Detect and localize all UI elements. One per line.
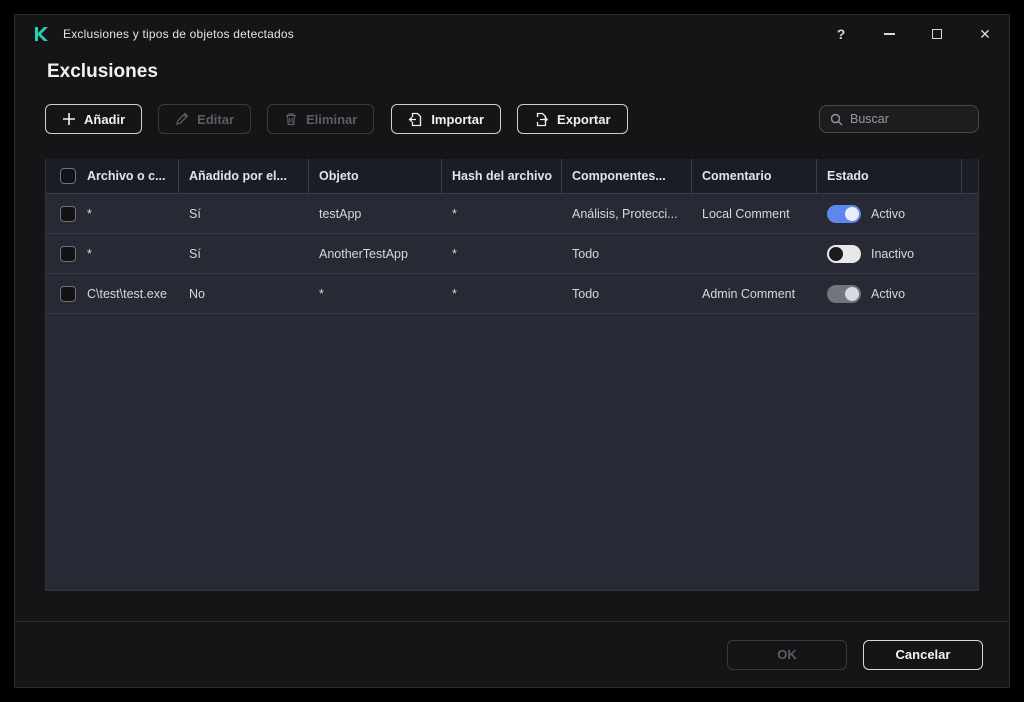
minimize-icon <box>884 33 895 35</box>
row-checkbox[interactable] <box>60 286 76 302</box>
cancel-button[interactable]: Cancelar <box>863 640 983 670</box>
delete-button[interactable]: Eliminar <box>267 104 374 134</box>
cell-file: C\test\test.exe <box>87 287 167 301</box>
row-checkbox[interactable] <box>60 206 76 222</box>
header-object[interactable]: Objeto <box>309 159 442 193</box>
edit-button[interactable]: Editar <box>158 104 251 134</box>
cell-hash: * <box>442 247 562 261</box>
close-button[interactable]: ✕ <box>961 15 1009 53</box>
header-added-by[interactable]: Añadido por el... <box>179 159 309 193</box>
import-icon <box>408 112 423 127</box>
cell-object: * <box>309 287 442 301</box>
header-spacer <box>962 159 978 193</box>
add-button-label: Añadir <box>84 112 125 127</box>
cell-object: AnotherTestApp <box>309 247 442 261</box>
table-row[interactable]: C\test\test.exe No * * Todo Admin Commen… <box>46 274 978 314</box>
maximize-icon <box>932 29 942 39</box>
toggle-knob <box>829 247 843 261</box>
cell-state-label: Inactivo <box>871 247 914 261</box>
kaspersky-logo-icon <box>31 24 51 44</box>
edit-button-label: Editar <box>197 112 234 127</box>
cell-components: Todo <box>562 287 692 301</box>
dialog-footer: OK Cancelar <box>15 621 1009 687</box>
cell-file: * <box>87 247 92 261</box>
cell-hash: * <box>442 207 562 221</box>
export-icon <box>534 112 549 127</box>
row-checkbox[interactable] <box>60 246 76 262</box>
cell-added-by: Sí <box>179 207 309 221</box>
app-window: Exclusiones y tipos de objetos detectado… <box>14 14 1010 688</box>
import-button[interactable]: Importar <box>391 104 501 134</box>
search-box <box>819 105 979 133</box>
table-header-row: Archivo o c... Añadido por el... Objeto … <box>46 159 978 194</box>
ok-button[interactable]: OK <box>727 640 847 670</box>
select-all-checkbox[interactable] <box>60 168 76 184</box>
state-toggle <box>827 285 861 303</box>
toolbar: Añadir Editar Eliminar Importar Exportar <box>45 104 979 134</box>
state-toggle[interactable] <box>827 205 861 223</box>
toggle-knob <box>845 207 859 221</box>
cell-components: Todo <box>562 247 692 261</box>
add-button[interactable]: Añadir <box>45 104 142 134</box>
cell-added-by: Sí <box>179 247 309 261</box>
window-controls: ? ✕ <box>817 15 1009 53</box>
plus-icon <box>62 112 76 126</box>
header-file-label: Archivo o c... <box>87 169 166 183</box>
cell-file: * <box>87 207 92 221</box>
import-button-label: Importar <box>431 112 484 127</box>
table-row[interactable]: * Sí testApp * Análisis, Protecci... Loc… <box>46 194 978 234</box>
header-components[interactable]: Componentes... <box>562 159 692 193</box>
header-state[interactable]: Estado <box>817 159 962 193</box>
table-row[interactable]: * Sí AnotherTestApp * Todo Inactivo <box>46 234 978 274</box>
cell-state-label: Activo <box>871 287 905 301</box>
search-icon <box>830 113 843 126</box>
cell-object: testApp <box>309 207 442 221</box>
header-file[interactable]: Archivo o c... <box>46 159 179 193</box>
cell-comment: Local Comment <box>692 207 817 221</box>
delete-button-label: Eliminar <box>306 112 357 127</box>
state-toggle[interactable] <box>827 245 861 263</box>
header-hash[interactable]: Hash del archivo <box>442 159 562 193</box>
help-button[interactable]: ? <box>817 15 865 53</box>
exclusions-table: Archivo o c... Añadido por el... Objeto … <box>45 159 979 591</box>
cell-comment: Admin Comment <box>692 287 817 301</box>
maximize-button[interactable] <box>913 15 961 53</box>
page-title: Exclusiones <box>47 61 158 83</box>
trash-icon <box>284 112 298 126</box>
window-title: Exclusiones y tipos de objetos detectado… <box>63 27 294 41</box>
minimize-button[interactable] <box>865 15 913 53</box>
cell-state-label: Activo <box>871 207 905 221</box>
title-bar: Exclusiones y tipos de objetos detectado… <box>15 15 1009 53</box>
toggle-knob <box>845 287 859 301</box>
search-input[interactable] <box>850 112 968 126</box>
header-comment[interactable]: Comentario <box>692 159 817 193</box>
cell-hash: * <box>442 287 562 301</box>
export-button[interactable]: Exportar <box>517 104 627 134</box>
cell-components: Análisis, Protecci... <box>562 207 692 221</box>
pencil-icon <box>175 112 189 126</box>
export-button-label: Exportar <box>557 112 610 127</box>
cell-added-by: No <box>179 287 309 301</box>
